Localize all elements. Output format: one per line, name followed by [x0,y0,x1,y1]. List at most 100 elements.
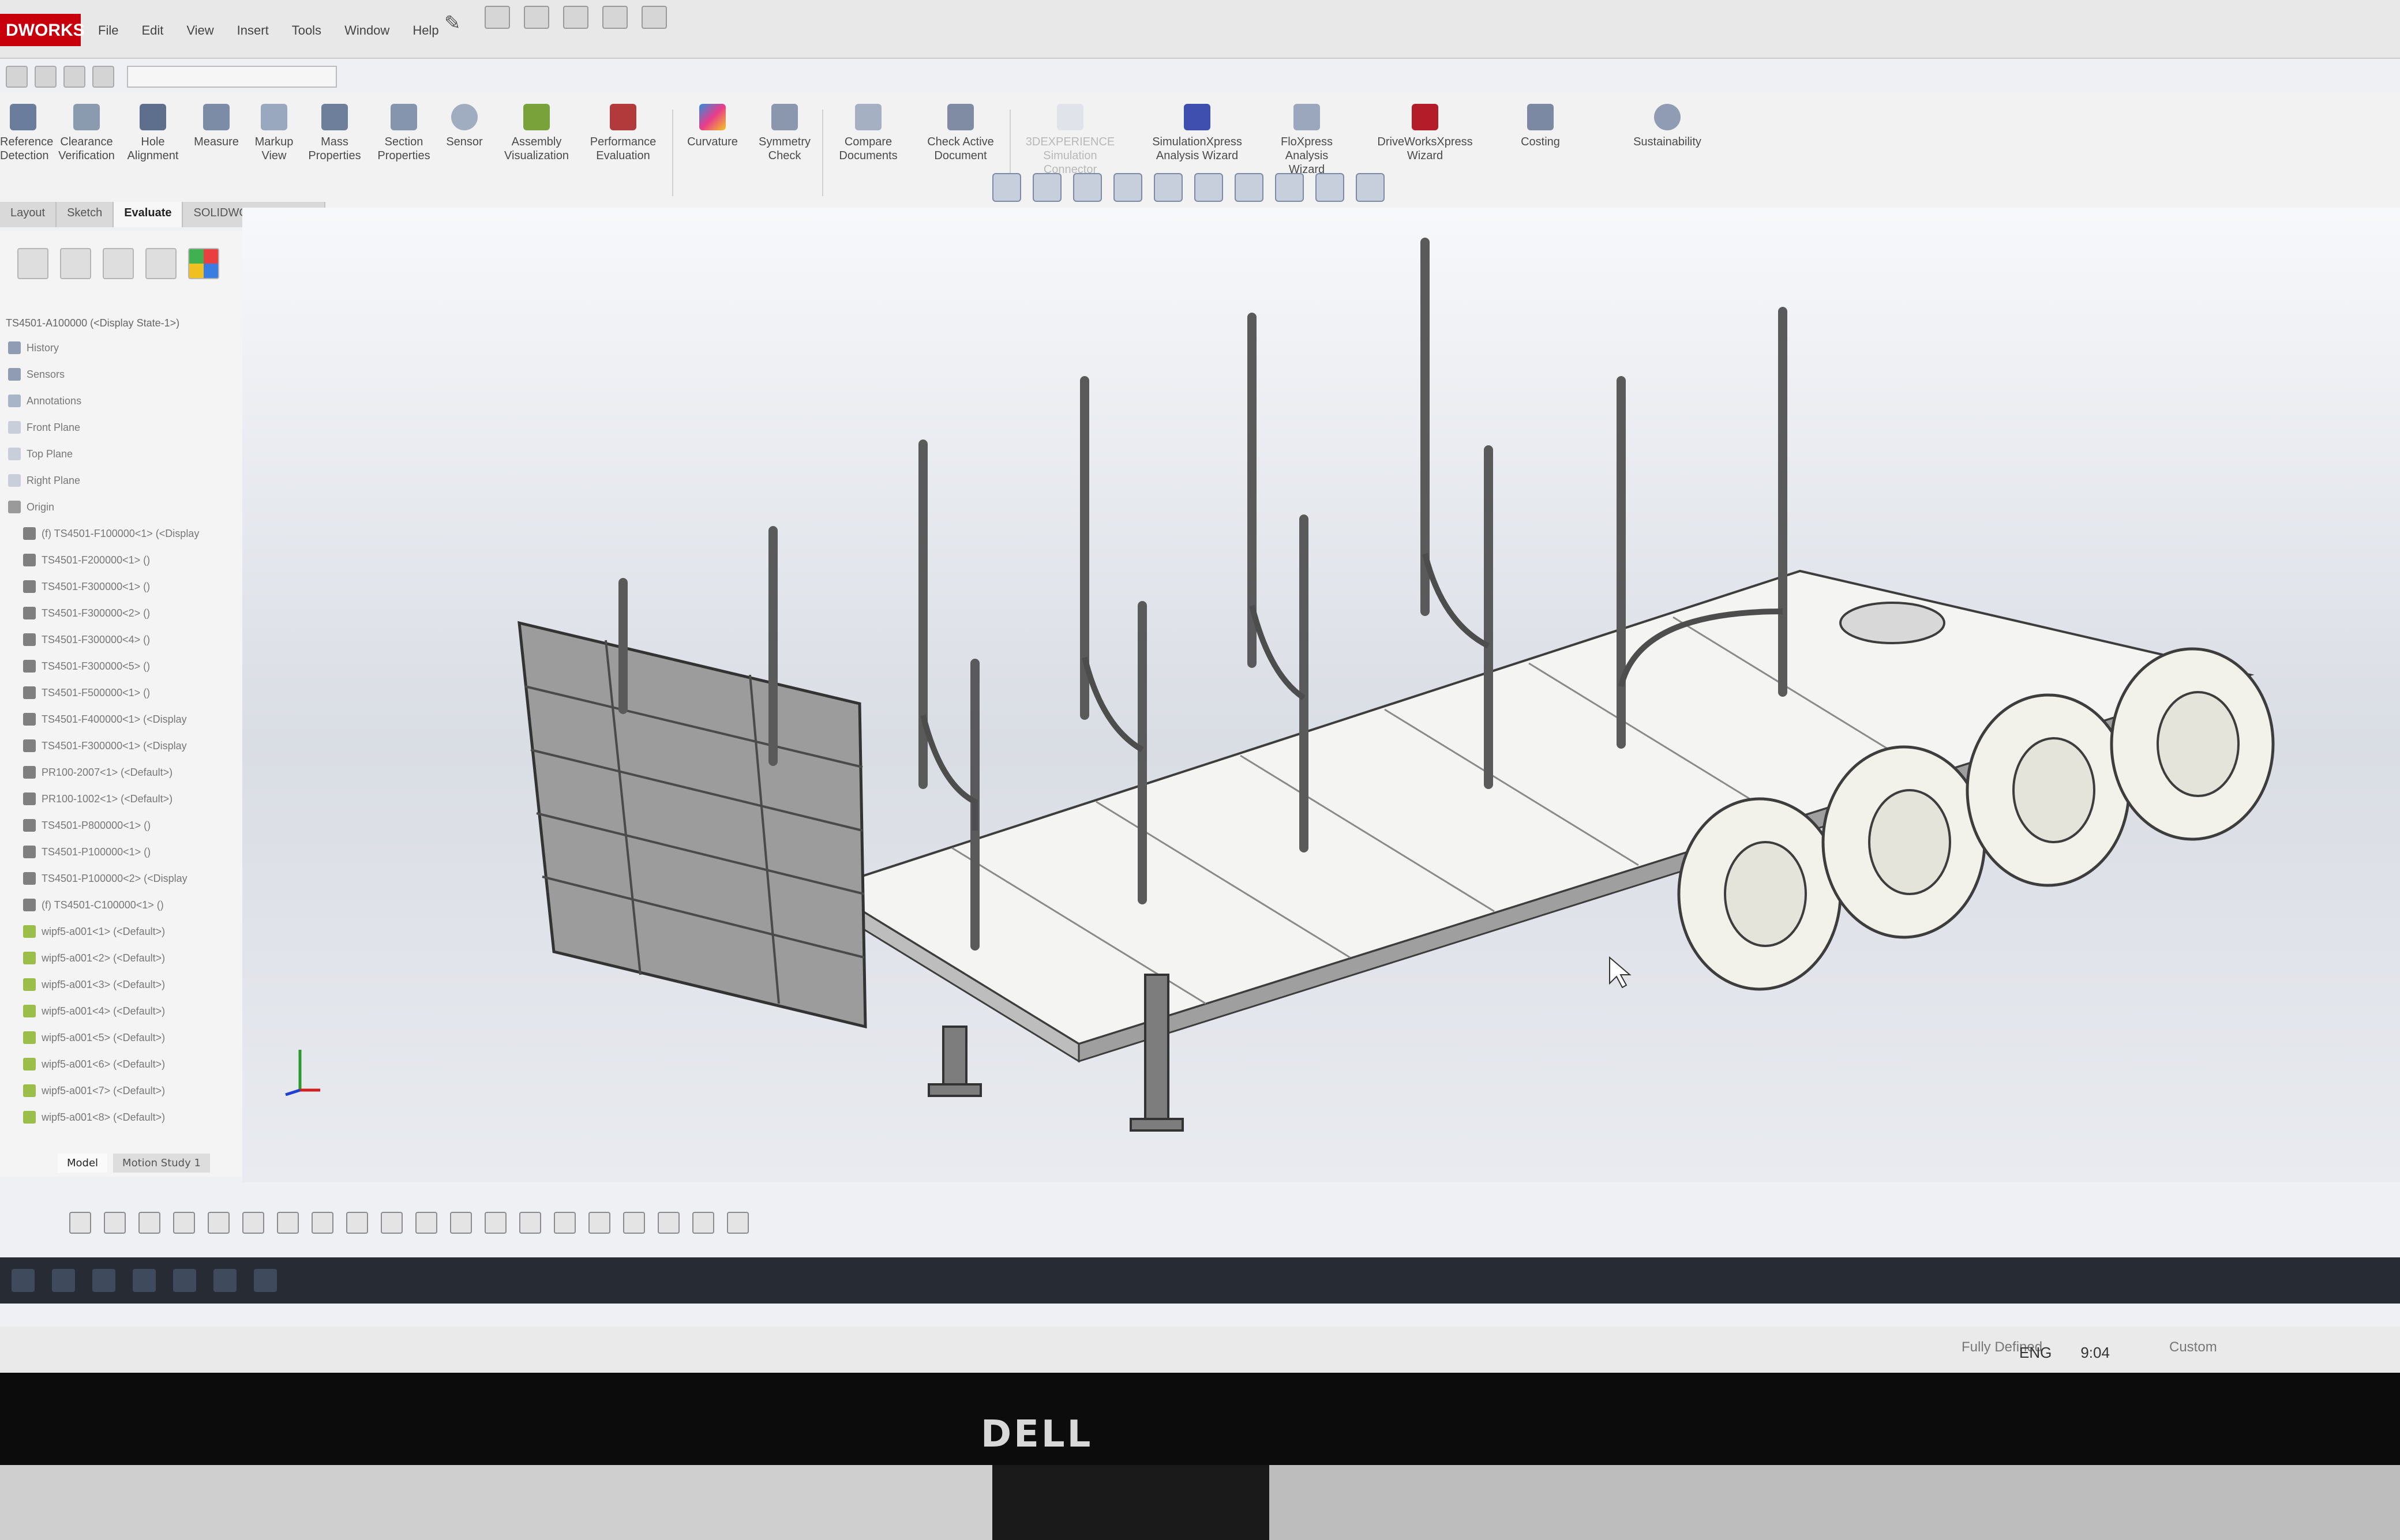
expand-icon[interactable] [92,66,114,88]
zoom-to-fit-icon[interactable] [992,173,1021,202]
sustainability-button[interactable]: Sustainability [1598,104,1737,149]
feature-tree-item[interactable]: TS4501-P800000<1> () [0,812,242,839]
offset-tool-icon[interactable] [277,1212,299,1234]
trim-tool-icon[interactable] [242,1212,264,1234]
feature-tree-item[interactable]: TS4501-F200000<1> () [0,547,242,573]
language-indicator[interactable]: ENG [2019,1344,2052,1362]
menu-window[interactable]: Window [344,23,389,38]
mirror-tool-icon[interactable] [312,1212,333,1234]
costing-button[interactable]: Costing [1500,104,1581,149]
configuration-manager-tab-icon[interactable] [103,248,134,279]
trailer-assembly-model[interactable] [242,208,2400,1182]
status-units[interactable]: Custom [2169,1339,2217,1355]
feature-tree-item[interactable]: Origin [0,494,242,520]
menu-view[interactable]: View [186,23,213,38]
feature-tree-item[interactable]: Front Plane [0,414,242,441]
fillet-tool-icon[interactable] [381,1212,403,1234]
feature-tree-item[interactable]: wipf5-a001<2> (<Default>) [0,945,242,971]
tab-layout[interactable]: Layout [0,202,57,227]
centerline-tool-icon[interactable] [658,1212,680,1234]
apply-scene-icon[interactable] [1315,173,1344,202]
simulationxpress-button[interactable]: SimulationXpress Analysis Wizard [1131,104,1263,163]
feature-tree-item[interactable]: TS4501-P100000<2> (<Display [0,865,242,892]
feature-tree-root[interactable]: TS4501-A100000 (<Display State-1>) [6,317,179,329]
taskbar-app-icon[interactable] [133,1269,156,1292]
feature-tree-item[interactable]: wipf5-a001<1> (<Default>) [0,918,242,945]
feature-tree-item[interactable]: History [0,335,242,361]
feature-tree-item[interactable]: TS4501-F300000<2> () [0,600,242,626]
configuration-combo[interactable] [127,66,337,88]
feature-tree-item[interactable]: wipf5-a001<4> (<Default>) [0,998,242,1024]
feature-tree-item[interactable]: Sensors [0,361,242,388]
hole-alignment-button[interactable]: Hole Alignment [124,104,182,163]
clock[interactable]: 9:04 [2080,1344,2110,1362]
chamfer-tool-icon[interactable] [415,1212,437,1234]
feature-tree-item[interactable]: PR100-1002<1> (<Default>) [0,786,242,812]
text-tool-icon[interactable] [623,1212,645,1234]
pin-icon[interactable]: ✎ [444,12,461,35]
feature-tree-item[interactable]: TS4501-P100000<1> () [0,839,242,865]
graphics-area[interactable] [242,173,2400,1182]
feature-tree-item[interactable]: TS4501-F400000<1> (<Display [0,706,242,733]
feature-tree-item[interactable]: TS4501-F300000<4> () [0,626,242,653]
feature-tree-item[interactable]: (f) TS4501-C100000<1> () [0,892,242,918]
taskbar-app-icon[interactable] [173,1269,196,1292]
measure-button[interactable]: Measure [187,104,245,149]
hide-show-items-icon[interactable] [1235,173,1263,202]
taskbar-app-icon[interactable] [213,1269,237,1292]
menu-help[interactable]: Help [412,23,438,38]
menu-edit[interactable]: Edit [141,23,163,38]
section-properties-button[interactable]: Section Properties [372,104,436,163]
extend-tool-icon[interactable] [692,1212,714,1234]
point-tool-icon[interactable] [519,1212,541,1234]
dimension-tool-icon[interactable] [450,1212,472,1234]
new-document-icon[interactable] [524,6,549,29]
taskbar-app-icon[interactable] [254,1269,277,1292]
tab-motion-study[interactable]: Motion Study 1 [113,1154,210,1173]
compare-documents-button[interactable]: Compare Documents [828,104,909,163]
previous-view-icon[interactable] [1073,173,1102,202]
view-orientation-icon[interactable] [1154,173,1183,202]
line-tool-icon[interactable] [69,1212,91,1234]
assembly-visualization-button[interactable]: Assembly Visualization [496,104,577,163]
mass-properties-button[interactable]: Mass Properties [303,104,366,163]
check-active-document-button[interactable]: Check Active Document [914,104,1007,163]
windows-start-icon[interactable] [12,1269,35,1292]
save-icon[interactable] [602,6,628,29]
spline-tool-icon[interactable] [208,1212,230,1234]
clearance-verification-button[interactable]: Clearance Verification [55,104,118,163]
driveworksxpress-button[interactable]: DriveWorksXpress Wizard [1350,104,1500,163]
pattern-tool-icon[interactable] [346,1212,368,1234]
curvature-button[interactable]: Curvature [678,104,747,149]
feature-tree-item[interactable]: Right Plane [0,467,242,494]
tab-model[interactable]: Model [58,1154,108,1173]
3dexperience-simulation-connector-button[interactable]: 3DEXPERIENCE Simulation Connector [1015,104,1125,176]
feature-tree-item[interactable]: TS4501-F500000<1> () [0,679,242,706]
section-view-icon[interactable] [1113,173,1142,202]
rebuild-icon[interactable] [6,66,28,88]
options-icon[interactable] [63,66,85,88]
menu-insert[interactable]: Insert [237,23,269,38]
open-icon[interactable] [563,6,588,29]
symmetry-check-button[interactable]: Symmetry Check [750,104,819,163]
view-settings-icon[interactable] [1356,173,1385,202]
feature-tree-item[interactable]: wipf5-a001<6> (<Default>) [0,1051,242,1077]
convert-tool-icon[interactable] [727,1212,749,1234]
feature-tree-item[interactable]: wipf5-a001<3> (<Default>) [0,971,242,998]
feature-tree-item[interactable]: wipf5-a001<7> (<Default>) [0,1077,242,1104]
arc-tool-icon[interactable] [173,1212,195,1234]
feature-tree-item[interactable]: TS4501-F300000<1> (<Display [0,733,242,759]
taskbar-search-icon[interactable] [52,1269,75,1292]
feature-tree-item[interactable]: TS4501-F300000<5> () [0,653,242,679]
feature-tree-item[interactable]: TS4501-F300000<1> () [0,573,242,600]
menu-tools[interactable]: Tools [292,23,321,38]
rectangle-tool-icon[interactable] [104,1212,126,1234]
sensor-button[interactable]: Sensor [438,104,490,149]
edit-appearance-icon[interactable] [1275,173,1304,202]
feature-tree-item[interactable]: wipf5-a001<5> (<Default>) [0,1024,242,1051]
print-icon[interactable] [642,6,667,29]
taskbar-app-icon[interactable] [92,1269,115,1292]
feature-tree-item[interactable]: wipf5-a001<8> (<Default>) [0,1104,242,1130]
reference-detection-button[interactable]: Reference Detection [0,104,53,163]
feature-tree-item[interactable]: (f) TS4501-F100000<1> (<Display [0,520,242,547]
